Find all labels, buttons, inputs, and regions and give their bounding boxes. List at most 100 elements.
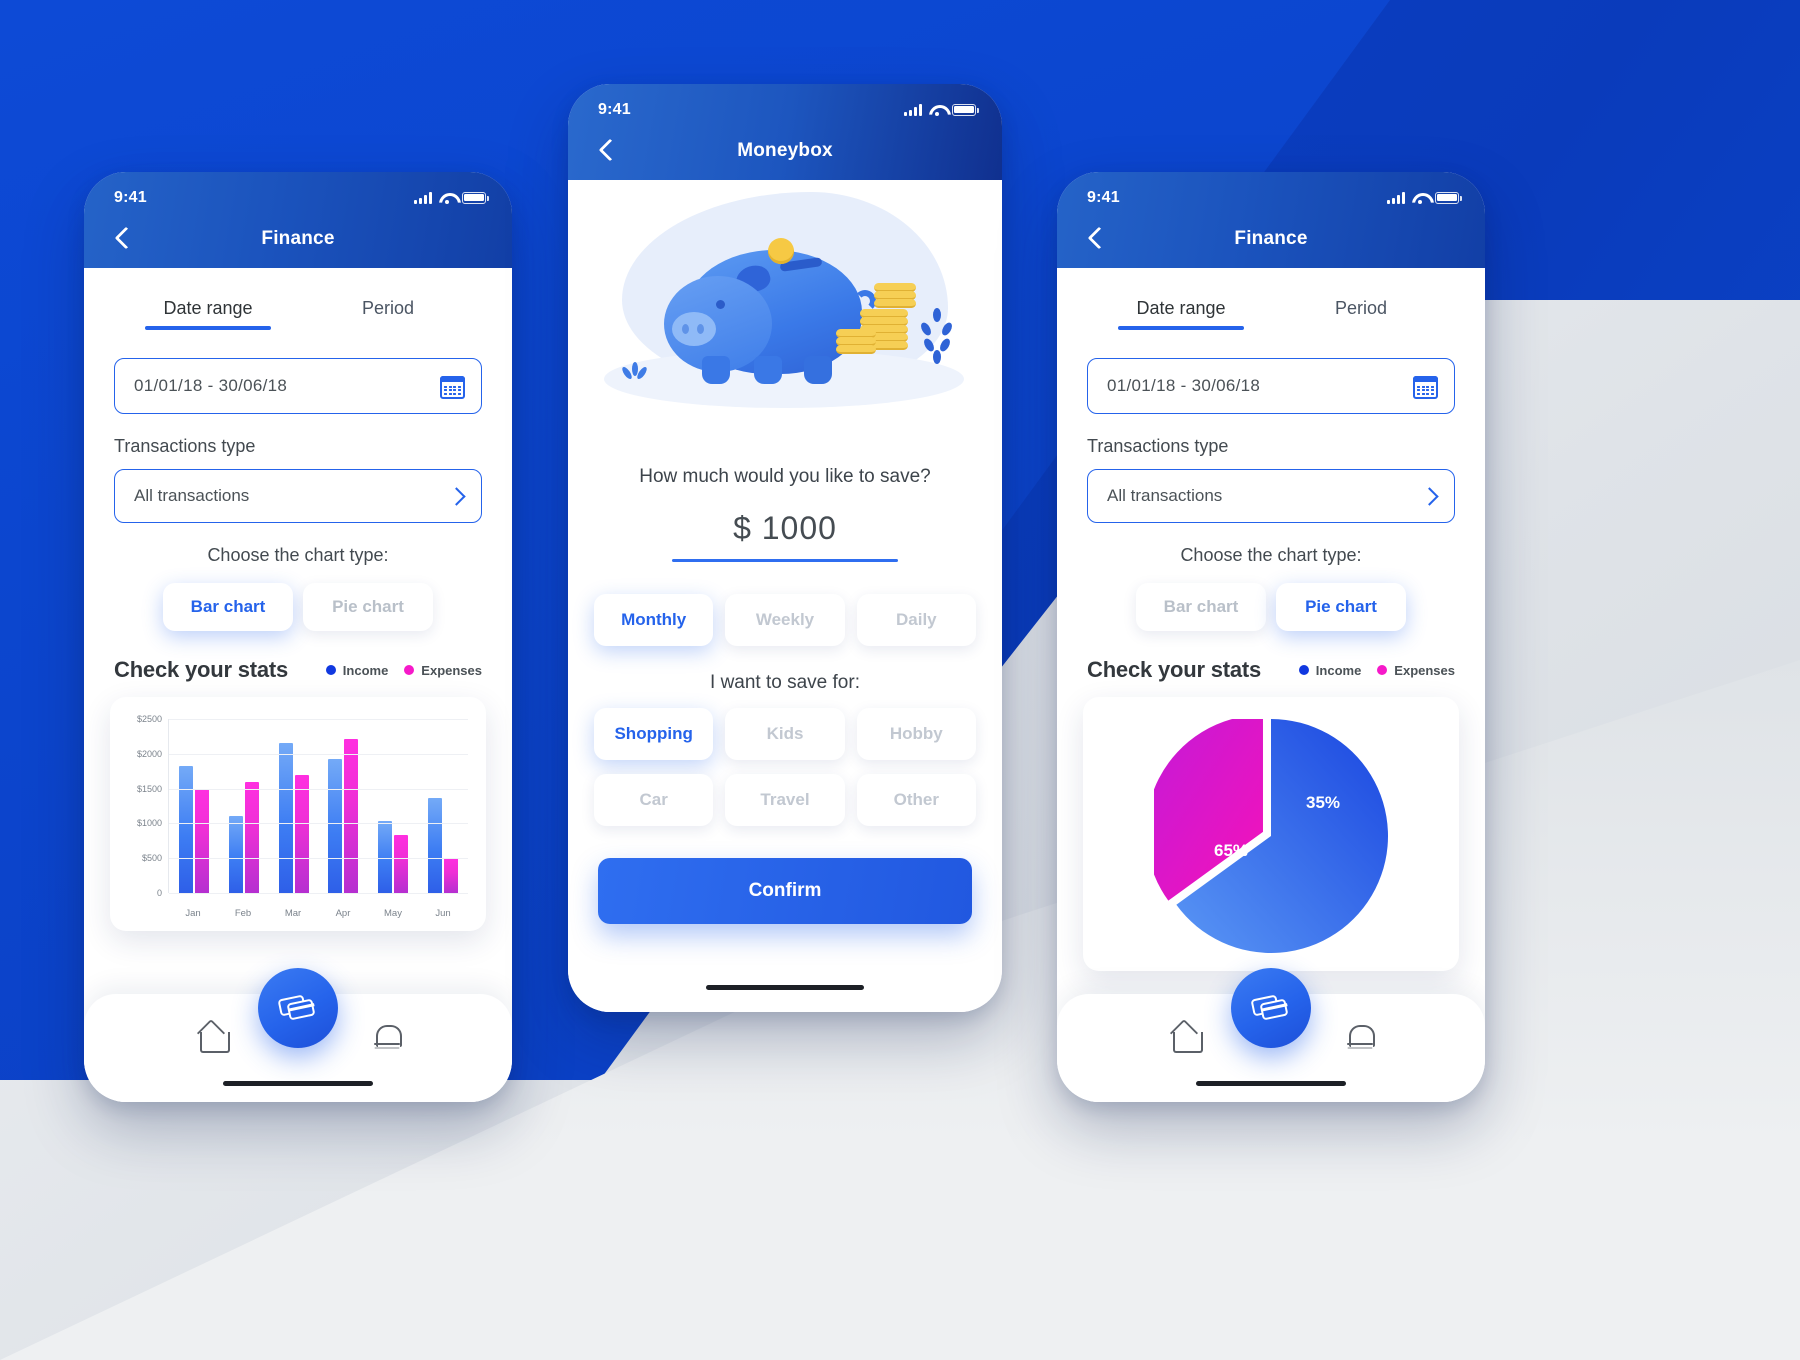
home-icon[interactable] xyxy=(1170,1022,1203,1053)
bar-income-jun xyxy=(428,798,443,893)
status-time: 9:41 xyxy=(114,188,147,206)
frequency-monthly[interactable]: Monthly xyxy=(594,594,714,646)
home-indicator xyxy=(1196,1081,1346,1086)
chart-type-pie[interactable]: Pie chart xyxy=(1276,583,1406,631)
bell-icon[interactable] xyxy=(373,1022,402,1052)
frequency-toggle: Monthly Weekly Daily xyxy=(568,594,1002,646)
category-kids[interactable]: Kids xyxy=(725,708,845,760)
piggy-leg-icon xyxy=(702,356,730,384)
bar-expenses-may xyxy=(394,835,409,893)
piggy-leg-icon xyxy=(804,356,832,384)
phone-finance-pie: 9:41 Finance Date range Period 01/01/18 … xyxy=(1057,172,1485,1102)
frequency-weekly[interactable]: Weekly xyxy=(725,594,845,646)
back-icon[interactable] xyxy=(594,138,620,164)
status-icons xyxy=(414,191,489,204)
legend-income: Income xyxy=(325,662,389,678)
category-travel[interactable]: Travel xyxy=(725,774,845,826)
bar-group xyxy=(178,719,209,893)
phone-finance-bar: 9:41 Finance Date range Period 01/01/18 … xyxy=(84,172,512,1102)
screen-body-left: Date range Period 01/01/18 - 30/06/18 Tr… xyxy=(84,268,512,1102)
bar-chart-x-tick: May xyxy=(384,908,402,919)
frequency-daily[interactable]: Daily xyxy=(856,594,976,646)
bar-group xyxy=(278,719,309,893)
tab-period[interactable]: Period xyxy=(1271,298,1451,330)
tab-date-range[interactable]: Date range xyxy=(1091,298,1271,330)
date-range-value: 01/01/18 - 30/06/18 xyxy=(134,376,288,395)
date-range-input[interactable]: 01/01/18 - 30/06/18 xyxy=(1087,358,1455,414)
bar-chart-y-tick: $1000 xyxy=(136,818,162,829)
bar-chart-bars xyxy=(169,719,468,893)
amount-field[interactable]: $ 1000 xyxy=(568,510,1002,562)
bar-chart-gridline xyxy=(169,753,468,755)
phone-moneybox: 9:41 Moneybox How much would you like to… xyxy=(568,84,1002,1012)
bar-group xyxy=(428,719,459,893)
bar-chart-gridline xyxy=(169,858,468,860)
status-bar: 9:41 xyxy=(84,172,512,210)
bar-income-apr xyxy=(328,758,343,893)
amount-underline xyxy=(672,559,898,562)
wifi-icon xyxy=(439,192,455,204)
bar-chart-x-tick: Mar xyxy=(284,908,302,919)
transactions-type-select[interactable]: All transactions xyxy=(1087,469,1455,523)
confirm-button[interactable]: Confirm xyxy=(598,858,972,924)
bar-group xyxy=(328,719,359,893)
bar-group xyxy=(378,719,409,893)
bell-icon[interactable] xyxy=(1346,1022,1375,1052)
category-hobby[interactable]: Hobby xyxy=(856,708,976,760)
bar-chart-plot xyxy=(168,719,468,894)
pie-label-income: 65% xyxy=(1214,841,1249,860)
date-range-input[interactable]: 01/01/18 - 30/06/18 xyxy=(114,358,482,414)
piggy-leg-icon xyxy=(754,356,782,384)
category-shopping[interactable]: Shopping xyxy=(594,708,714,760)
back-icon[interactable] xyxy=(110,226,136,252)
cards-button[interactable] xyxy=(258,968,338,1048)
calendar-icon[interactable] xyxy=(1413,374,1438,399)
save-for-label: I want to save for: xyxy=(710,672,860,693)
amount-value: $ 1000 xyxy=(733,510,837,546)
bar-chart-gridline xyxy=(169,893,468,894)
transactions-type-select[interactable]: All transactions xyxy=(114,469,482,523)
legend-expenses-label: Expenses xyxy=(421,662,482,678)
status-bar: 9:41 xyxy=(568,84,1002,122)
bar-expenses-feb xyxy=(244,782,259,893)
legend-expenses-label: Expenses xyxy=(1394,662,1455,678)
legend-expenses: Expenses xyxy=(1377,663,1455,678)
screen-body-center: How much would you like to save? $ 1000 … xyxy=(568,180,1002,1012)
home-icon[interactable] xyxy=(197,1022,230,1053)
status-icons xyxy=(1387,191,1462,204)
signal-icon xyxy=(904,103,922,116)
bar-chart-gridline xyxy=(169,823,468,825)
wifi-icon xyxy=(929,104,945,116)
category-other[interactable]: Other xyxy=(856,774,976,826)
cards-icon xyxy=(277,994,317,1022)
legend-expenses: Expenses xyxy=(404,663,482,678)
piggy-eye-icon xyxy=(716,300,725,309)
back-icon[interactable] xyxy=(1083,226,1109,252)
tab-date-range[interactable]: Date range xyxy=(118,298,298,330)
chart-type-pie[interactable]: Pie chart xyxy=(303,583,433,631)
transactions-type-value: All transactions xyxy=(1107,486,1223,505)
battery-icon xyxy=(1435,191,1462,204)
category-row-1: Shopping Kids Hobby xyxy=(568,708,1002,760)
bar-chart-y-tick: $500 xyxy=(141,853,162,864)
tab-period[interactable]: Period xyxy=(298,298,478,330)
calendar-icon[interactable] xyxy=(440,374,465,399)
category-car[interactable]: Car xyxy=(594,774,714,826)
legend-income-label: Income xyxy=(342,662,389,678)
cards-button[interactable] xyxy=(1231,968,1311,1048)
bar-chart-y-tick: $2000 xyxy=(136,748,162,759)
status-time: 9:41 xyxy=(598,100,631,118)
page-title: Finance xyxy=(1234,228,1308,249)
date-range-value: 01/01/18 - 30/06/18 xyxy=(1107,376,1261,395)
chart-type-bar[interactable]: Bar chart xyxy=(1136,583,1266,631)
header-center: 9:41 Moneybox xyxy=(568,84,1002,180)
bottom-tab-bar xyxy=(84,968,512,1102)
legend-income-dot xyxy=(325,665,336,675)
bar-chart-card: Jan Feb Mar Apr May Jun 0 $500 $1000 $1500 $2000 $… xyxy=(110,697,486,931)
nav-bar: Finance xyxy=(84,210,512,268)
chart-type-bar[interactable]: Bar chart xyxy=(163,583,293,631)
category-row-2: Car Travel Other xyxy=(568,774,1002,826)
save-question: How much would you like to save? xyxy=(639,466,931,487)
stats-title: Check your stats xyxy=(1087,657,1262,682)
bar-expenses-apr xyxy=(344,738,359,893)
